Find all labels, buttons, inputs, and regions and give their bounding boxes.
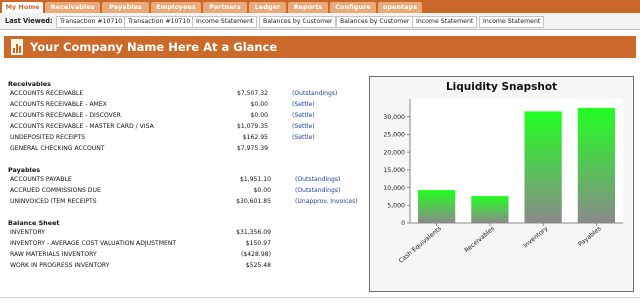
settle-link[interactable]: (Settle) [292, 134, 315, 141]
last-viewed-link[interactable]: Transaction #10710 [56, 16, 127, 28]
outstandings-link[interactable]: (Outstandings) [292, 90, 337, 97]
tab-configure[interactable]: Configure [330, 2, 376, 13]
balance-sheet-row-amount: $150.97 [245, 240, 271, 247]
payables-row-amount: $1,951.10 [239, 176, 271, 183]
x-tick-label: Cash Equivalents [398, 225, 443, 265]
chart-plot: 0 5,000 10,000 15,000 20,000 25,000 30,000 Cash… [383, 99, 623, 265]
receivables-row-label: ACCOUNTS RECEIVABLE - AMEX [10, 101, 107, 108]
tab-my-home[interactable]: My Home [2, 2, 43, 13]
balance-sheet-row-label: INVENTORY [10, 229, 46, 236]
payables-row-label: ACCOUNTS PAYABLE [10, 176, 72, 183]
y-tick-label: 25,000 [383, 132, 405, 139]
settle-link[interactable]: (Settle) [292, 123, 315, 130]
x-tick-label: Payables [577, 225, 602, 248]
payables-row-amount: $30,601.85 [236, 198, 271, 205]
payables-row-amount: $0.00 [253, 187, 271, 194]
liquidity-snapshot-chart: Liquidity Snapshot 0 5,000 10,000 15,000 20,… [369, 76, 634, 292]
page-title: Your Company Name Here At a Glance [30, 40, 278, 54]
settle-link[interactable]: (Settle) [292, 112, 315, 119]
receivables-row-amount: $0.00 [250, 101, 268, 108]
bar [417, 190, 456, 223]
receivables-row-label: ACCOUNTS RECEIVABLE [10, 90, 84, 97]
payables-heading: Payables [8, 166, 41, 174]
balance-sheet-heading: Balance Sheet [8, 219, 60, 227]
last-viewed-link[interactable]: Transaction #10710 [124, 16, 195, 28]
bar [524, 111, 562, 223]
tab-payables[interactable]: Payables [102, 2, 149, 13]
balance-sheet-row-amount: $525.48 [245, 262, 271, 269]
outstandings-link[interactable]: (Outstandings) [295, 176, 340, 183]
balance-sheet-row-amount: $31,356.09 [236, 229, 271, 236]
footer-divider [0, 297, 640, 298]
tab-reports[interactable]: Reports [288, 2, 328, 13]
settle-link[interactable]: (Settle) [292, 101, 315, 108]
receivables-row-label: ACCOUNTS RECEIVABLE - DISCOVER [10, 112, 121, 119]
receivables-row-amount: $162.95 [242, 134, 268, 141]
payables-row-label: ACCRUED COMMISSIONS DUE [10, 187, 101, 194]
tab-opentaps[interactable]: opentaps [378, 2, 422, 13]
receivables-row-amount: $0.00 [250, 112, 268, 119]
receivables-row-amount: $7,975.39 [236, 145, 268, 152]
y-tick-label: 30,000 [383, 114, 405, 121]
y-tick-label: 5,000 [387, 202, 405, 209]
y-tick-label: 10,000 [383, 185, 405, 192]
bar-chart-icon [11, 39, 23, 55]
outstandings-link[interactable]: (Outstandings) [295, 187, 340, 194]
balance-sheet-row-amount: ($428.98) [241, 251, 271, 258]
tab-partners[interactable]: Partners [203, 2, 247, 13]
last-viewed-link[interactable]: Balances by Customer [259, 16, 337, 28]
receivables-row-label: GENERAL CHECKING ACCOUNT [10, 145, 105, 152]
last-viewed-link[interactable]: Income Statement [192, 16, 258, 28]
main-nav-bar: My Home Receivables Payables Employees P… [0, 0, 640, 13]
last-viewed-label: Last Viewed: [5, 17, 53, 25]
receivables-row-amount: $1,079.35 [236, 123, 268, 130]
x-tick-label: Inventory [522, 225, 549, 250]
last-viewed-bar: Last Viewed: Transaction #10710 Transact… [0, 13, 640, 30]
last-viewed-link[interactable]: Income Statement [479, 16, 545, 28]
receivables-row-label: UNDEPOSITED RECEIPTS [10, 134, 86, 141]
x-tick-label: Receivables [463, 225, 496, 254]
receivables-row-label: ACCOUNTS RECEIVABLE - MASTER CARD / VISA [10, 123, 154, 130]
tab-employees[interactable]: Employees [151, 2, 201, 13]
bar [471, 196, 509, 223]
balance-sheet-row-label: RAW MATERIALS INVENTORY [10, 251, 97, 258]
page-title-bar: Your Company Name Here At a Glance [4, 36, 636, 58]
y-tick-label: 15,000 [383, 167, 405, 174]
tab-ledger[interactable]: Ledger [249, 2, 286, 13]
unapproved-invoices-link[interactable]: (Unapprov. Invoices) [295, 198, 358, 205]
tab-receivables[interactable]: Receivables [45, 2, 100, 13]
last-viewed-link[interactable]: Income Statement [412, 16, 478, 28]
bar [577, 107, 616, 223]
last-viewed-link[interactable]: Balances by Customer [336, 16, 414, 28]
y-tick-label: 20,000 [383, 149, 405, 156]
payables-row-label: UNINVOICED ITEM RECEIPTS [10, 198, 97, 205]
balance-sheet-row-label: INVENTORY - AVERAGE COST VALUATION ADJUS… [10, 240, 177, 247]
receivables-heading: Receivables [8, 80, 51, 88]
receivables-row-amount: $7,507.32 [236, 90, 268, 97]
balance-sheet-row-label: WORK IN PROGRESS INVENTORY [10, 262, 110, 269]
y-tick-label: 0 [401, 220, 405, 227]
